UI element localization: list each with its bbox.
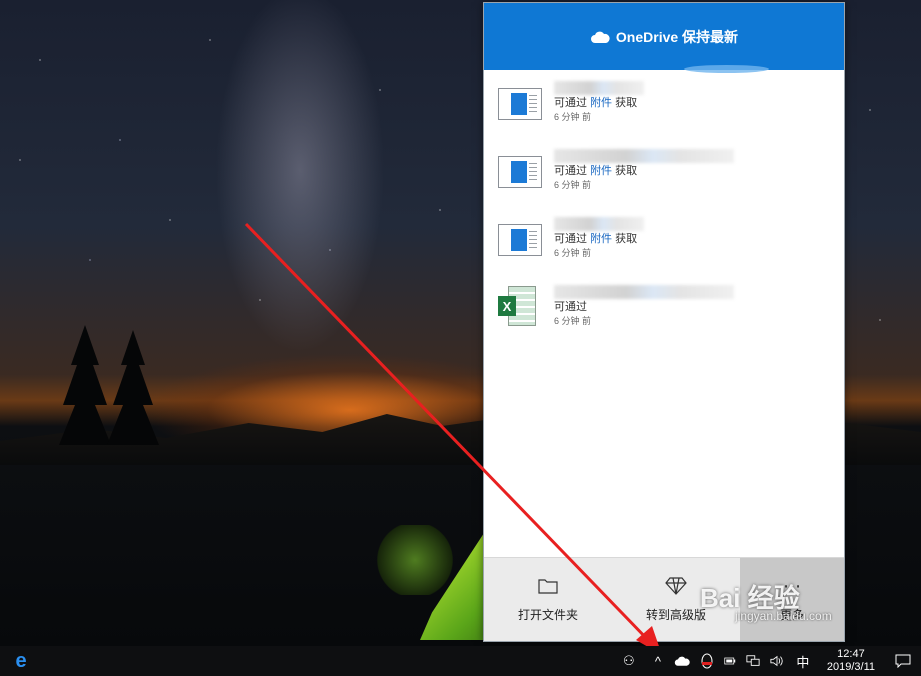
chevron-up-icon[interactable]: ^ [647,646,669,676]
excel-icon: X [498,284,538,328]
cloud-icon [590,31,610,43]
blurred-file-name [554,149,734,163]
system-tray: ⚇ ^ 中 12:47 2019/3/11 [611,646,921,676]
file-list: 可通过 附件 获取 6 分钟 前 可通过 附件 获取 6 分钟 前 可通过 附件… [484,70,844,354]
file-desc: 可通过 [554,301,587,313]
qq-penguin-icon[interactable] [695,646,719,676]
flyout-header: OneDrive 保持最新 [484,3,844,73]
folder-icon [538,579,558,594]
attachment-link[interactable]: 附件 [590,233,612,245]
diamond-icon [665,577,687,595]
blurred-file-name [554,81,644,95]
edge-icon[interactable]: e [0,646,42,676]
notification-icon[interactable] [885,646,921,676]
ime-indicator[interactable]: 中 [789,646,817,676]
people-icon[interactable]: ⚇ [611,646,647,676]
list-item[interactable]: 可通过 附件 获取 6 分钟 前 [484,149,844,218]
document-icon [498,224,542,258]
network-icon[interactable] [741,646,765,676]
flyout-title: OneDrive 保持最新 [615,28,739,45]
attachment-link[interactable]: 附件 [590,165,612,177]
bush [375,525,455,595]
document-icon [498,88,542,122]
file-time: 6 分钟 前 [554,180,592,190]
document-icon [498,156,542,190]
taskbar: e ⚇ ^ 中 12:47 2019/3/11 [0,646,921,676]
list-item[interactable]: X 可通过 6 分钟 前 [484,284,844,354]
attachment-link[interactable]: 附件 [590,97,612,109]
clock[interactable]: 12:47 2019/3/11 [817,646,885,676]
volume-icon[interactable] [765,646,789,676]
watermark-url: jingyan.baidu.com [735,609,832,623]
list-item[interactable]: 可通过 附件 获取 6 分钟 前 [484,217,844,286]
file-time: 6 分钟 前 [554,316,592,326]
header-wave [684,65,769,73]
list-item[interactable]: 可通过 附件 获取 6 分钟 前 [484,81,844,150]
file-desc: 可通过 附件 获取 [554,165,638,177]
blurred-file-name [554,285,734,299]
file-desc: 可通过 附件 获取 [554,97,638,109]
blurred-file-name [554,217,644,231]
file-time: 6 分钟 前 [554,112,592,122]
open-folder-button[interactable]: 打开文件夹 [484,558,612,641]
onedrive-tray-icon[interactable] [669,646,695,676]
file-desc: 可通过 附件 获取 [554,233,638,245]
clock-time: 12:47 [837,648,865,660]
clock-date: 2019/3/11 [826,661,875,673]
battery-icon[interactable] [719,646,741,676]
onedrive-flyout: OneDrive 保持最新 可通过 附件 获取 6 分钟 前 可通过 附件 获取… [483,2,845,642]
trees-silhouette [59,325,159,445]
file-time: 6 分钟 前 [554,248,592,258]
